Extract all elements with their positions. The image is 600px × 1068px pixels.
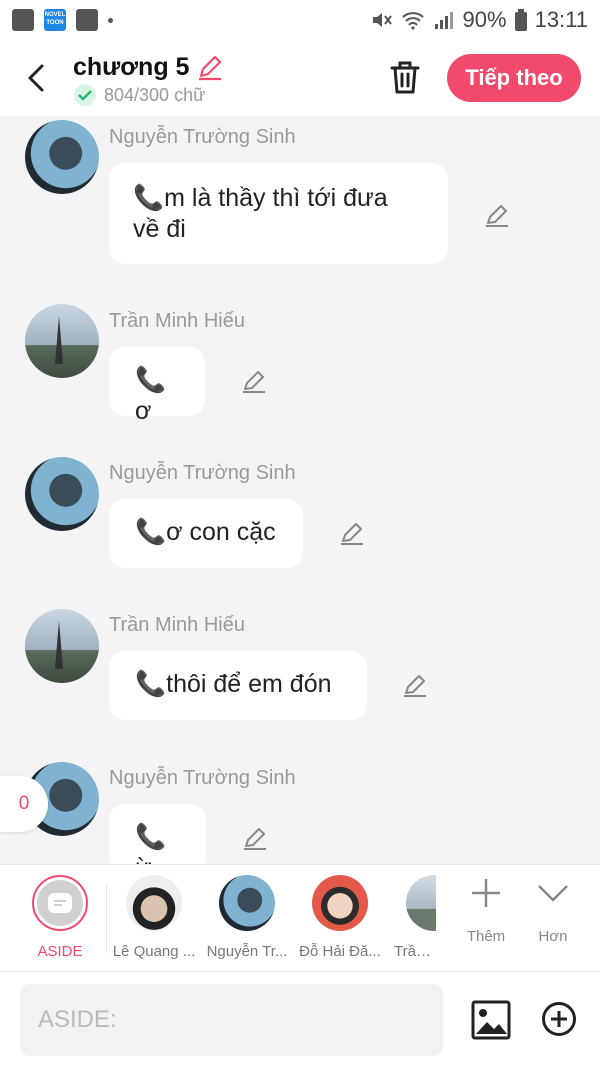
back-arrow-icon[interactable] [22,58,52,98]
chat-bubble-icon [48,893,72,913]
mute-icon [372,13,392,27]
wordcount-row: 804/300 chữ [74,84,205,106]
wifi-icon [401,12,424,30]
trash-icon[interactable] [388,58,422,98]
character-name: ASIDE [37,943,83,960]
message-bubble[interactable]: 📞thôi để em đón [109,651,367,720]
message-bubble[interactable]: 📞ơ con cặc [109,499,303,568]
add-circle-icon[interactable] [541,1001,577,1037]
battery-icon [514,9,527,31]
image-icon[interactable] [471,1000,511,1040]
character-item[interactable]: Lê Quang ... [109,875,199,960]
message-text: về đi [133,215,186,243]
sender-name: Trần Minh Hiếu [109,614,245,636]
aside-avatar [32,875,88,931]
edit-message-icon[interactable] [240,367,268,395]
sender-name: Nguyễn Trường Sinh [109,462,296,484]
divider [106,885,107,953]
character-avatar [406,875,436,931]
status-notifications: NOVEL TOON [12,9,113,31]
character-avatar [219,875,275,931]
character-item[interactable]: Nguyễn Tr... [202,875,292,960]
edit-message-icon[interactable] [401,671,429,699]
less-label: Hơn [538,928,568,945]
character-name: Đỗ Hải Đă... [299,943,381,960]
editor-header: chương 5 804/300 chữ Tiếp theo [0,40,600,116]
message-bubble[interactable]: 📞m là thầy thì tới đưa về đi [109,163,448,264]
status-bar: NOVEL TOON 90% 13:11 [0,0,600,40]
avatar[interactable] [25,609,99,683]
sender-name: Nguyễn Trường Sinh [109,767,296,789]
add-character-button[interactable]: Thêm [456,875,516,945]
message-input[interactable] [20,984,443,1056]
character-item[interactable]: Đỗ Hải Đă... [295,875,385,960]
edit-title-icon[interactable] [195,52,225,82]
character-aside[interactable]: ASIDE [15,875,105,960]
next-button[interactable]: Tiếp theo [447,54,581,102]
battery-percent: 90% [462,7,507,32]
chapter-title-row: chương 5 [73,52,225,82]
chevron-down-icon [538,885,568,902]
image-notification-icon [12,9,34,31]
message-text: 📞m là thầy thì tới đưa [133,184,388,212]
more-notifications-dot [108,17,113,23]
expand-characters-button[interactable]: Hơn [523,875,583,945]
message-bubble[interactable]: 📞ừ [109,804,206,864]
novel-toon-app-icon: NOVEL TOON [44,9,66,31]
edit-message-icon[interactable] [338,519,366,547]
character-avatar [126,875,182,931]
character-name: Nguyễn Tr... [206,943,288,960]
character-name: Trần M [394,943,436,960]
sender-name: Trần Minh Hiếu [109,310,245,332]
avatar[interactable] [25,457,99,531]
input-bar [0,971,600,1068]
character-item[interactable]: Trần M [388,875,436,960]
message-text: 📞thôi để em đón [135,670,332,698]
character-bar: ASIDE Lê Quang ... Nguyễn Tr... Đỗ Hải Đ… [0,864,600,971]
message-bubble[interactable]: 📞ơ [109,347,205,425]
edit-message-icon[interactable] [483,201,511,229]
edit-message-icon[interactable] [241,824,269,852]
message-text: 📞ơ [135,366,167,425]
word-count: 804/300 chữ [104,84,206,105]
message-list[interactable]: Nguyễn Trường Sinh 📞m là thầy thì tới đư… [0,116,600,864]
message-text: 📞ừ [135,823,167,864]
clock: 13:11 [534,7,588,32]
signal-icon [434,12,453,29]
character-avatar [312,875,368,931]
plus-icon [472,879,500,907]
chapter-title: chương 5 [73,52,190,81]
flipboard-icon [76,9,98,31]
check-icon [74,84,96,106]
avatar[interactable] [25,304,99,378]
character-name: Lê Quang ... [112,943,196,960]
status-system: 90% 13:11 [371,7,588,33]
more-label: Thêm [466,928,506,945]
avatar[interactable] [25,120,99,194]
message-text: 📞ơ con cặc [135,518,276,546]
sender-name: Nguyễn Trường Sinh [109,126,296,148]
